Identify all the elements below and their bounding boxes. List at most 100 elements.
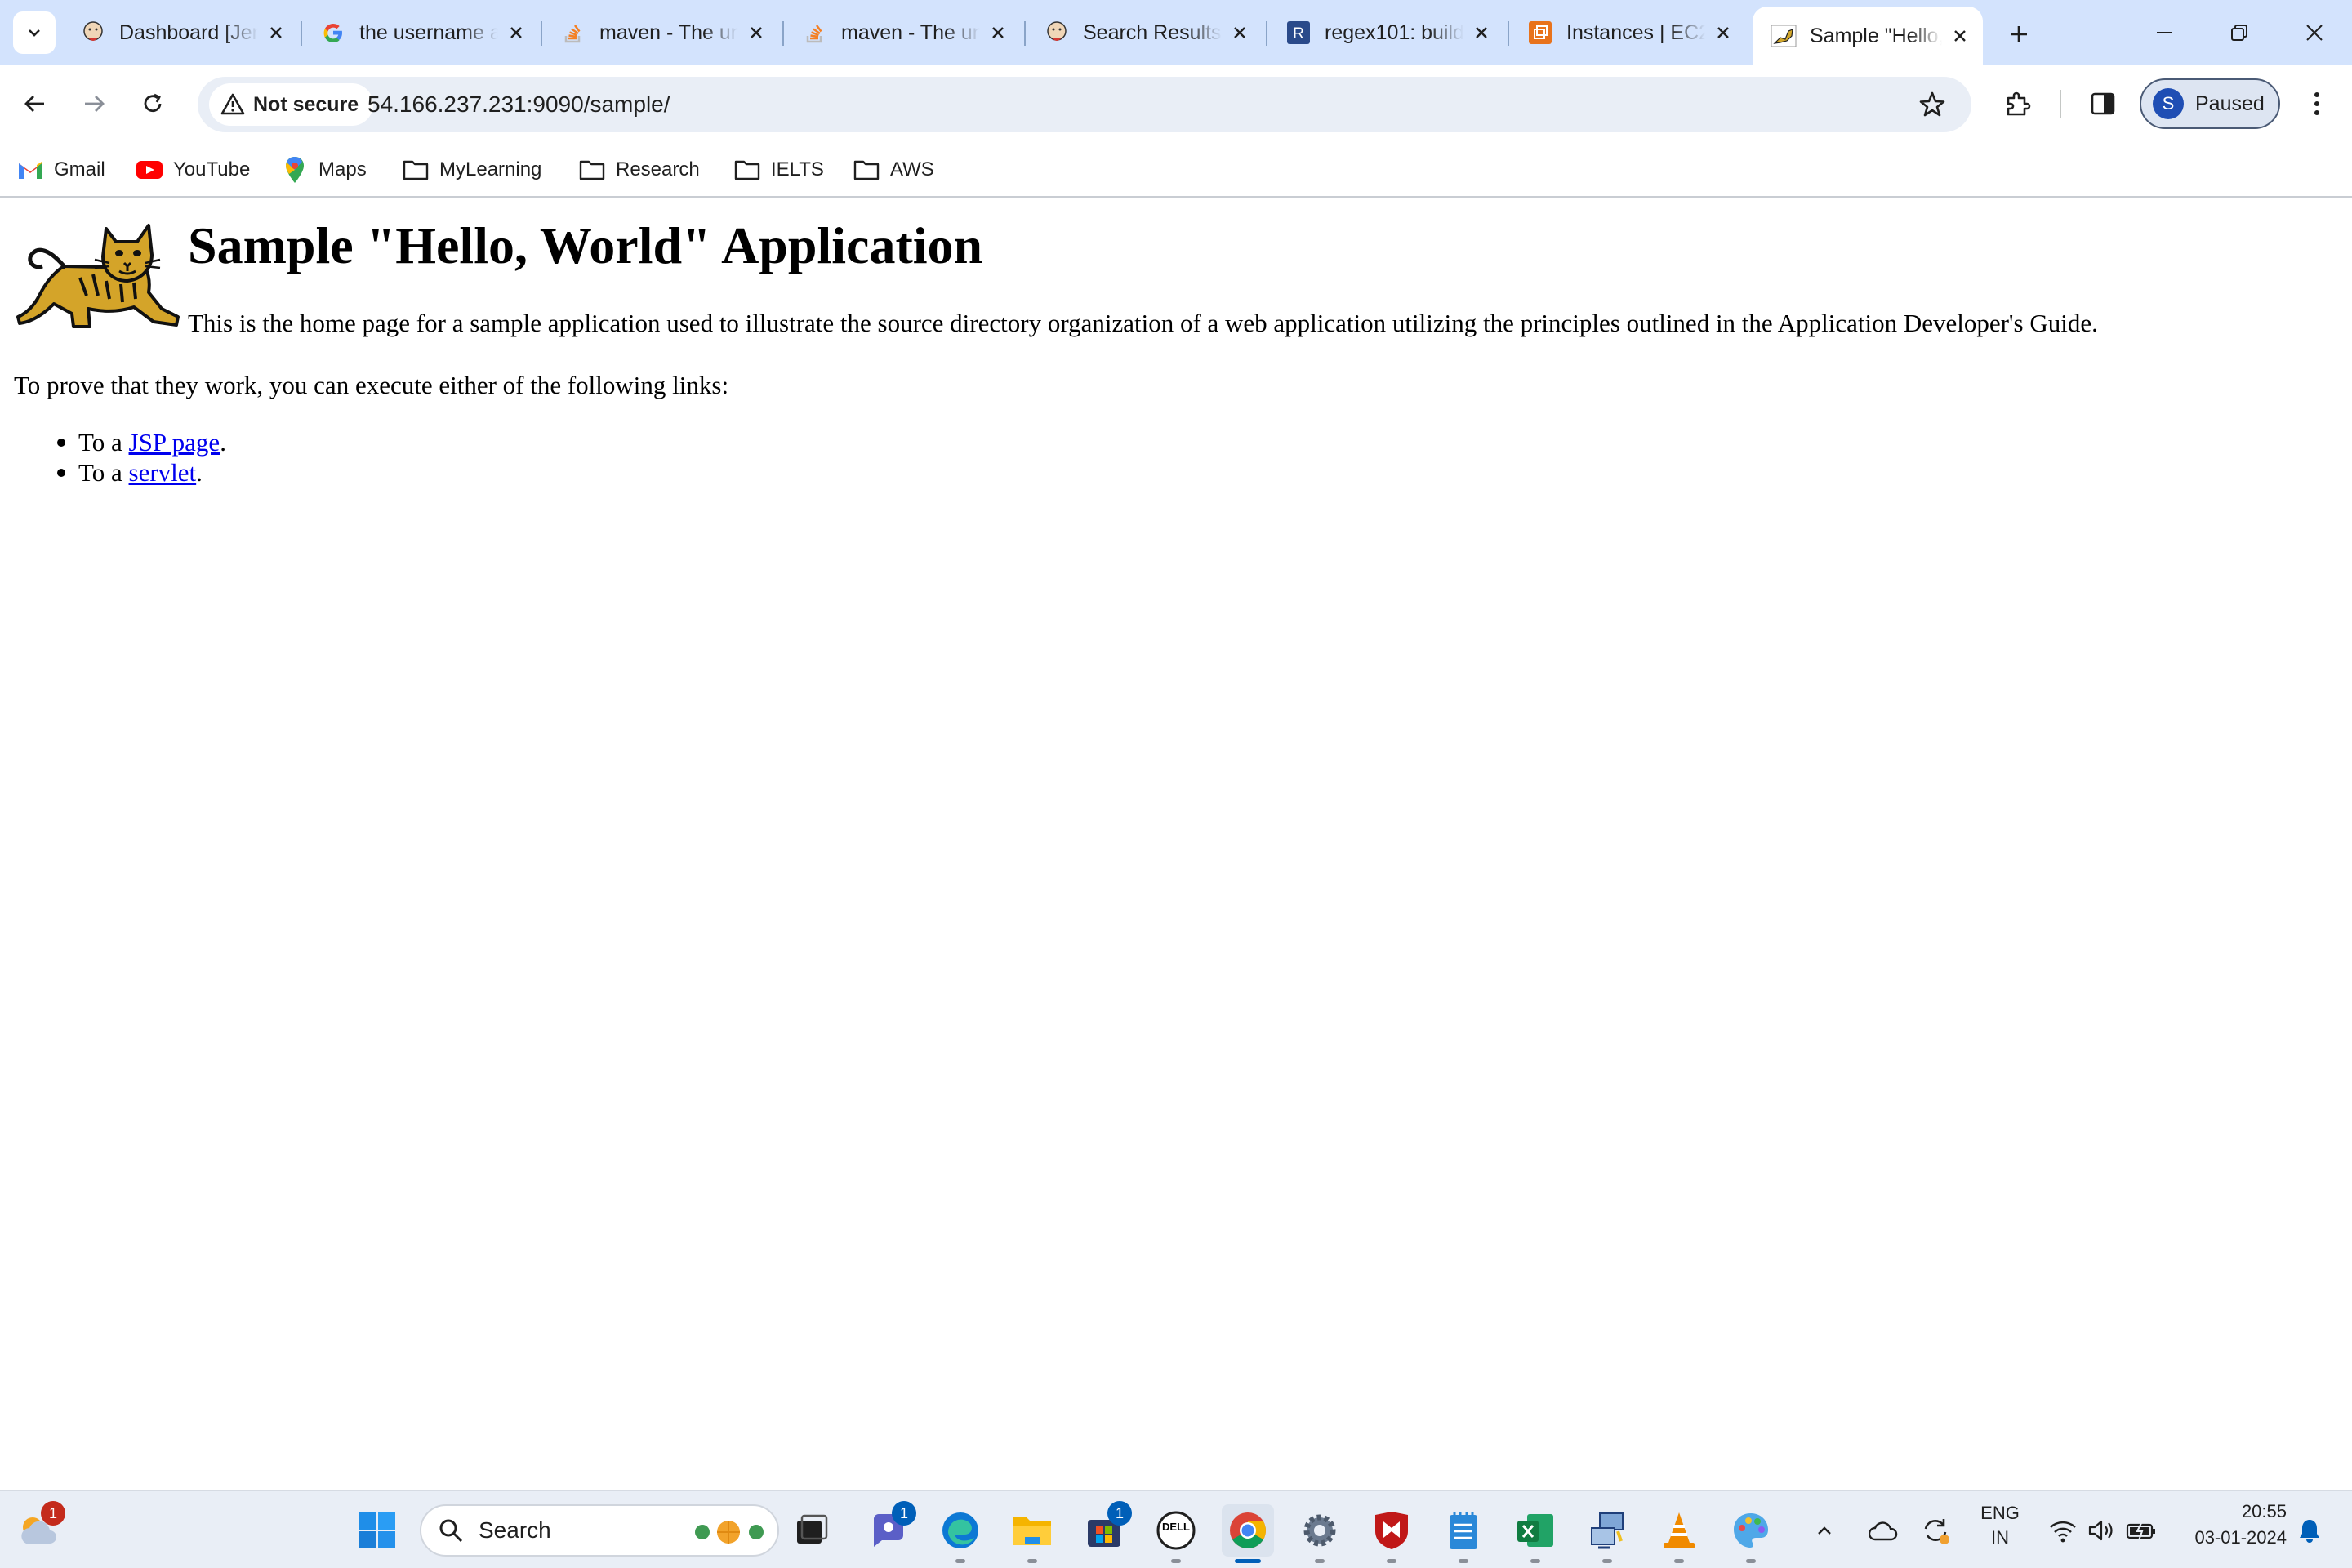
bookmark-maps[interactable]: Maps — [281, 150, 367, 189]
tab-sample-hello-world[interactable]: Sample "Hello, World" — [1753, 7, 1983, 65]
close-icon[interactable] — [505, 21, 528, 44]
start-button[interactable] — [351, 1504, 403, 1557]
wifi-button[interactable] — [2045, 1504, 2081, 1557]
tab-google-search[interactable]: the username and password — [302, 11, 539, 54]
network-computer-icon — [1591, 1512, 1624, 1549]
running-indicator — [1171, 1559, 1181, 1563]
clock-button[interactable]: 20:55 03-01-2024 — [2164, 1501, 2287, 1557]
bookmark-folder-aws[interactable]: AWS — [853, 150, 934, 189]
page-title: Sample "Hello, World" Application — [188, 216, 983, 274]
dell-app-button[interactable]: DELL — [1150, 1504, 1202, 1563]
profile-status: Paused — [2195, 91, 2265, 115]
microsoft-store-button[interactable]: 1 — [1078, 1501, 1132, 1557]
onedrive-button[interactable] — [1865, 1504, 1901, 1557]
bookmark-folder-research[interactable]: Research — [578, 150, 700, 189]
list-item-suffix: . — [196, 458, 203, 487]
url-text[interactable]: 54.166.237.231:9090/sample/ — [368, 91, 670, 118]
notifications-button[interactable] — [2292, 1504, 2328, 1557]
bookmark-star-button[interactable] — [1916, 88, 1949, 121]
sync-status-button[interactable] — [1918, 1504, 1953, 1557]
folder-icon — [402, 156, 430, 184]
star-icon — [1919, 91, 1945, 117]
intro-paragraph: This is the home page for a sample appli… — [188, 309, 2098, 337]
volume-icon — [2088, 1520, 2113, 1541]
close-icon[interactable] — [265, 21, 287, 44]
bookmark-label: AWS — [890, 158, 934, 180]
tab-regex101[interactable]: R regex101: build, test — [1267, 11, 1504, 54]
tab-stackoverflow-1[interactable]: maven - The unknown — [542, 11, 779, 54]
tab-search-results[interactable]: Search Results — [1026, 11, 1263, 54]
teams-chat-button[interactable]: 1 — [862, 1501, 916, 1557]
bookmark-folder-mylearning[interactable]: MyLearning — [402, 150, 541, 189]
tab-ec2-instances[interactable]: Instances | EC2 — [1509, 11, 1746, 54]
bookmark-folder-ielts[interactable]: IELTS — [733, 150, 824, 189]
folder-icon — [1013, 1517, 1051, 1545]
weather-widget-button[interactable]: 1 — [11, 1501, 65, 1557]
settings-button[interactable] — [1294, 1504, 1346, 1563]
taskbar-search-box[interactable]: Search — [420, 1504, 779, 1557]
volume-button[interactable] — [2084, 1504, 2120, 1557]
bookmark-gmail[interactable]: Gmail — [16, 150, 105, 189]
paint-button[interactable] — [1725, 1504, 1777, 1563]
notepad-button[interactable] — [1437, 1504, 1490, 1563]
link-list: To a JSP page. To a servlet. — [57, 428, 226, 488]
new-tab-button[interactable] — [1999, 15, 2038, 54]
bookmark-label: Maps — [318, 158, 367, 180]
servlet-link[interactable]: servlet — [129, 458, 197, 487]
excel-button[interactable] — [1509, 1504, 1561, 1563]
plus-icon — [2011, 26, 2027, 42]
dell-logo-text: DELL — [1162, 1521, 1190, 1533]
close-icon[interactable] — [1712, 21, 1735, 44]
address-bar[interactable]: Not secure 54.166.237.231:9090/sample/ — [198, 77, 1971, 132]
bookmarks-bar: Gmail YouTube Maps MyLearning Research I… — [0, 142, 2352, 198]
back-button[interactable] — [13, 82, 57, 126]
arrow-right-icon — [85, 96, 105, 112]
close-window-button[interactable] — [2290, 11, 2339, 54]
battery-button[interactable] — [2123, 1504, 2159, 1557]
chrome-button[interactable] — [1222, 1504, 1274, 1563]
running-indicator — [1387, 1559, 1396, 1563]
file-explorer-button[interactable] — [1006, 1504, 1058, 1563]
restore-button[interactable] — [2215, 11, 2264, 54]
close-icon[interactable] — [1228, 21, 1251, 44]
sync-icon — [1924, 1519, 1949, 1544]
security-label: Not secure — [253, 92, 359, 116]
extensions-button[interactable] — [1996, 82, 2040, 126]
folder-icon — [853, 156, 880, 184]
bookmark-label: YouTube — [173, 158, 251, 180]
remote-desktop-button[interactable] — [1581, 1504, 1633, 1563]
show-hidden-icons-button[interactable] — [1806, 1504, 1842, 1557]
menu-button[interactable] — [2295, 82, 2339, 126]
mcafee-button[interactable] — [1365, 1504, 1418, 1563]
minimize-button[interactable] — [2140, 11, 2189, 54]
side-panel-button[interactable] — [2081, 82, 2125, 126]
input-language-button[interactable]: ENG IN — [1973, 1503, 2027, 1557]
running-indicator — [1530, 1559, 1540, 1563]
close-icon[interactable] — [1470, 21, 1493, 44]
forward-button[interactable] — [72, 82, 116, 126]
tomcat-logo — [16, 224, 180, 328]
clock-time: 20:55 — [2241, 1501, 2287, 1521]
tab-stackoverflow-2[interactable]: maven - The unknown — [784, 11, 1021, 54]
running-indicator — [1746, 1559, 1756, 1563]
gmail-icon — [16, 156, 44, 184]
reload-button[interactable] — [131, 82, 175, 126]
search-label: Search — [479, 1517, 551, 1543]
folder-icon — [733, 156, 761, 184]
battery-charging-icon — [2126, 1521, 2155, 1541]
tab-search-button[interactable] — [13, 11, 56, 54]
edge-button[interactable] — [934, 1504, 987, 1563]
bookmark-youtube[interactable]: YouTube — [136, 150, 250, 189]
task-view-button[interactable] — [786, 1504, 838, 1557]
site-info-chip[interactable]: Not secure — [209, 83, 374, 126]
profile-button[interactable]: S Paused — [2140, 78, 2280, 129]
browser-toolbar: Not secure 54.166.237.231:9090/sample/ S… — [0, 65, 2352, 142]
reload-icon — [144, 93, 162, 113]
vlc-button[interactable] — [1653, 1504, 1705, 1563]
close-icon[interactable] — [1949, 24, 1971, 47]
close-icon[interactable] — [745, 21, 768, 44]
close-icon[interactable] — [987, 21, 1009, 44]
jsp-page-link[interactable]: JSP page — [129, 428, 220, 457]
chevron-down-icon — [29, 29, 40, 37]
tab-jenkins-dashboard[interactable]: Dashboard [Jenkins] — [62, 11, 299, 54]
